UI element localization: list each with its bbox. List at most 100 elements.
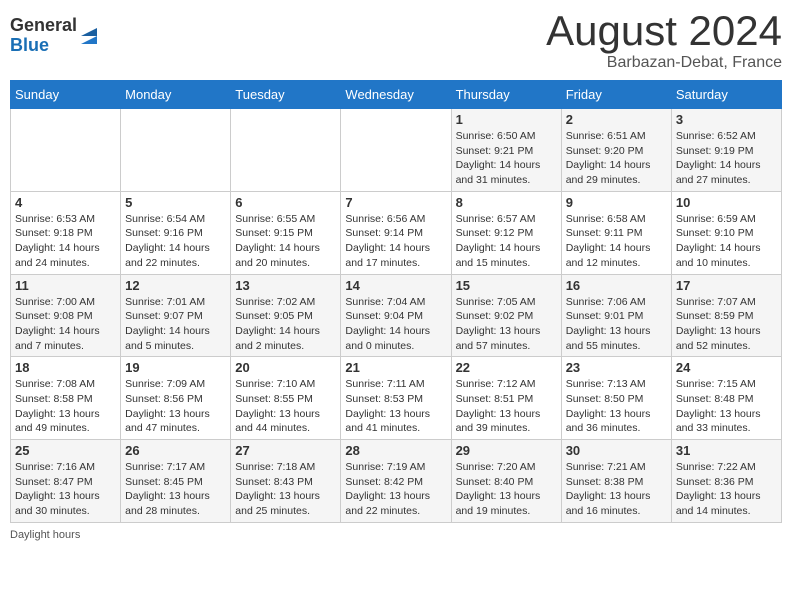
day-number: 12: [125, 278, 226, 293]
day-number: 17: [676, 278, 777, 293]
weekday-header-tuesday: Tuesday: [231, 81, 341, 109]
week-row-1: 1Sunrise: 6:50 AMSunset: 9:21 PMDaylight…: [11, 109, 782, 192]
day-info: Sunrise: 6:53 AMSunset: 9:18 PMDaylight:…: [15, 212, 116, 271]
day-info: Sunrise: 7:05 AMSunset: 9:02 PMDaylight:…: [456, 295, 557, 354]
calendar-cell: 21Sunrise: 7:11 AMSunset: 8:53 PMDayligh…: [341, 357, 451, 440]
calendar-cell: [231, 109, 341, 192]
day-info: Sunrise: 6:56 AMSunset: 9:14 PMDaylight:…: [345, 212, 446, 271]
day-info: Sunrise: 7:00 AMSunset: 9:08 PMDaylight:…: [15, 295, 116, 354]
day-info: Sunrise: 7:16 AMSunset: 8:47 PMDaylight:…: [15, 460, 116, 519]
day-number: 8: [456, 195, 557, 210]
footer-note: Daylight hours: [10, 529, 782, 541]
month-title: August 2024: [546, 10, 782, 52]
day-number: 3: [676, 112, 777, 127]
calendar-cell: 31 Sunrise: 7:22 AMSunset: 8:36 PMDayligh…: [671, 440, 781, 523]
day-info: Sunrise: 7:04 AMSunset: 9:04 PMDaylight:…: [345, 295, 446, 354]
weekday-header-saturday: Saturday: [671, 81, 781, 109]
week-row-3: 11 Sunrise: 7:00 AMSunset: 9:08 PMDayligh…: [11, 274, 782, 357]
day-number: 4: [15, 195, 116, 210]
day-info: Sunrise: 7:20 AMSunset: 8:40 PMDaylight:…: [456, 460, 557, 519]
day-number: 6: [235, 195, 336, 210]
day-info: Sunrise: 7:15 AMSunset: 8:48 PMDaylight:…: [676, 377, 777, 436]
day-info: Sunrise: 7:06 AMSunset: 9:01 PMDaylight:…: [566, 295, 667, 354]
day-number: 20: [235, 360, 336, 375]
day-number: 30: [566, 443, 667, 458]
day-info: Sunrise: 7:10 AMSunset: 8:55 PMDaylight:…: [235, 377, 336, 436]
calendar-cell: 8 Sunrise: 6:57 AMSunset: 9:12 PMDaylight…: [451, 191, 561, 274]
day-number: 5: [125, 195, 226, 210]
calendar-cell: 26 Sunrise: 7:17 AMSunset: 8:45 PMDayligh…: [121, 440, 231, 523]
calendar-cell: [11, 109, 121, 192]
day-info: Sunrise: 7:22 AMSunset: 8:36 PMDaylight:…: [676, 460, 777, 519]
logo-icon: [79, 22, 99, 46]
week-row-2: 4 Sunrise: 6:53 AMSunset: 9:18 PMDaylight…: [11, 191, 782, 274]
calendar-cell: 1Sunrise: 6:50 AMSunset: 9:21 PMDaylight…: [451, 109, 561, 192]
day-info: Sunrise: 6:54 AMSunset: 9:16 PMDaylight:…: [125, 212, 226, 271]
day-info: Sunrise: 7:19 AMSunset: 8:42 PMDaylight:…: [345, 460, 446, 519]
calendar-cell: 11 Sunrise: 7:00 AMSunset: 9:08 PMDayligh…: [11, 274, 121, 357]
day-info: Sunrise: 7:09 AMSunset: 8:56 PMDaylight:…: [125, 377, 226, 436]
day-info: Sunrise: 7:17 AMSunset: 8:45 PMDaylight:…: [125, 460, 226, 519]
weekday-header-thursday: Thursday: [451, 81, 561, 109]
calendar-cell: [341, 109, 451, 192]
calendar-cell: 29 Sunrise: 7:20 AMSunset: 8:40 PMDayligh…: [451, 440, 561, 523]
day-number: 22: [456, 360, 557, 375]
calendar-cell: 27Sunrise: 7:18 AMSunset: 8:43 PMDayligh…: [231, 440, 341, 523]
day-info: Sunrise: 7:01 AMSunset: 9:07 PMDaylight:…: [125, 295, 226, 354]
calendar-cell: 17 Sunrise: 7:07 AMSunset: 8:59 PMDayligh…: [671, 274, 781, 357]
calendar-cell: 18Sunrise: 7:08 AMSunset: 8:58 PMDayligh…: [11, 357, 121, 440]
calendar-cell: 2 Sunrise: 6:51 AMSunset: 9:20 PMDaylight…: [561, 109, 671, 192]
weekday-header-monday: Monday: [121, 81, 231, 109]
calendar-cell: 30 Sunrise: 7:21 AMSunset: 8:38 PMDayligh…: [561, 440, 671, 523]
calendar-cell: 19 Sunrise: 7:09 AMSunset: 8:56 PMDayligh…: [121, 357, 231, 440]
day-info: Sunrise: 7:07 AMSunset: 8:59 PMDaylight:…: [676, 295, 777, 354]
calendar-cell: 6Sunrise: 6:55 AMSunset: 9:15 PMDaylight…: [231, 191, 341, 274]
day-number: 16: [566, 278, 667, 293]
day-info: Sunrise: 7:08 AMSunset: 8:58 PMDaylight:…: [15, 377, 116, 436]
day-number: 26: [125, 443, 226, 458]
day-number: 19: [125, 360, 226, 375]
calendar-cell: 10 Sunrise: 6:59 AMSunset: 9:10 PMDayligh…: [671, 191, 781, 274]
day-number: 14: [345, 278, 446, 293]
header: General Blue August 2024 Barbazan-Debat,…: [10, 10, 782, 72]
calendar-cell: 7 Sunrise: 6:56 AMSunset: 9:14 PMDaylight…: [341, 191, 451, 274]
day-info: Sunrise: 7:11 AMSunset: 8:53 PMDaylight:…: [345, 377, 446, 436]
title-area: August 2024 Barbazan-Debat, France: [546, 10, 782, 72]
day-number: 7: [345, 195, 446, 210]
day-info: Sunrise: 6:51 AMSunset: 9:20 PMDaylight:…: [566, 129, 667, 188]
calendar-cell: 4 Sunrise: 6:53 AMSunset: 9:18 PMDaylight…: [11, 191, 121, 274]
calendar-cell: 12 Sunrise: 7:01 AMSunset: 9:07 PMDayligh…: [121, 274, 231, 357]
day-info: Sunrise: 6:59 AMSunset: 9:10 PMDaylight:…: [676, 212, 777, 271]
calendar-cell: 20 Sunrise: 7:10 AMSunset: 8:55 PMDayligh…: [231, 357, 341, 440]
day-number: 25: [15, 443, 116, 458]
day-info: Sunrise: 6:58 AMSunset: 9:11 PMDaylight:…: [566, 212, 667, 271]
logo: General Blue: [10, 16, 99, 56]
calendar-cell: [121, 109, 231, 192]
day-number: 10: [676, 195, 777, 210]
day-info: Sunrise: 7:21 AMSunset: 8:38 PMDaylight:…: [566, 460, 667, 519]
location-title: Barbazan-Debat, France: [546, 54, 782, 72]
calendar-cell: 24 Sunrise: 7:15 AMSunset: 8:48 PMDayligh…: [671, 357, 781, 440]
day-number: 31: [676, 443, 777, 458]
day-number: 24: [676, 360, 777, 375]
calendar-cell: 22Sunrise: 7:12 AMSunset: 8:51 PMDayligh…: [451, 357, 561, 440]
weekday-header-wednesday: Wednesday: [341, 81, 451, 109]
calendar-table: SundayMondayTuesdayWednesdayThursdayFrid…: [10, 80, 782, 523]
daylight-label: Daylight hours: [10, 529, 80, 541]
day-number: 29: [456, 443, 557, 458]
logo-general-text: General: [10, 16, 77, 36]
calendar-cell: 5 Sunrise: 6:54 AMSunset: 9:16 PMDaylight…: [121, 191, 231, 274]
day-info: Sunrise: 7:13 AMSunset: 8:50 PMDaylight:…: [566, 377, 667, 436]
calendar-cell: 28Sunrise: 7:19 AMSunset: 8:42 PMDayligh…: [341, 440, 451, 523]
calendar-cell: 25 Sunrise: 7:16 AMSunset: 8:47 PMDayligh…: [11, 440, 121, 523]
weekday-header-sunday: Sunday: [11, 81, 121, 109]
day-number: 11: [15, 278, 116, 293]
calendar-cell: 3 Sunrise: 6:52 AMSunset: 9:19 PMDaylight…: [671, 109, 781, 192]
day-number: 2: [566, 112, 667, 127]
calendar-cell: 23Sunrise: 7:13 AMSunset: 8:50 PMDayligh…: [561, 357, 671, 440]
calendar-cell: 16 Sunrise: 7:06 AMSunset: 9:01 PMDayligh…: [561, 274, 671, 357]
day-number: 1: [456, 112, 557, 127]
day-info: Sunrise: 6:52 AMSunset: 9:19 PMDaylight:…: [676, 129, 777, 188]
day-info: Sunrise: 6:57 AMSunset: 9:12 PMDaylight:…: [456, 212, 557, 271]
day-number: 15: [456, 278, 557, 293]
